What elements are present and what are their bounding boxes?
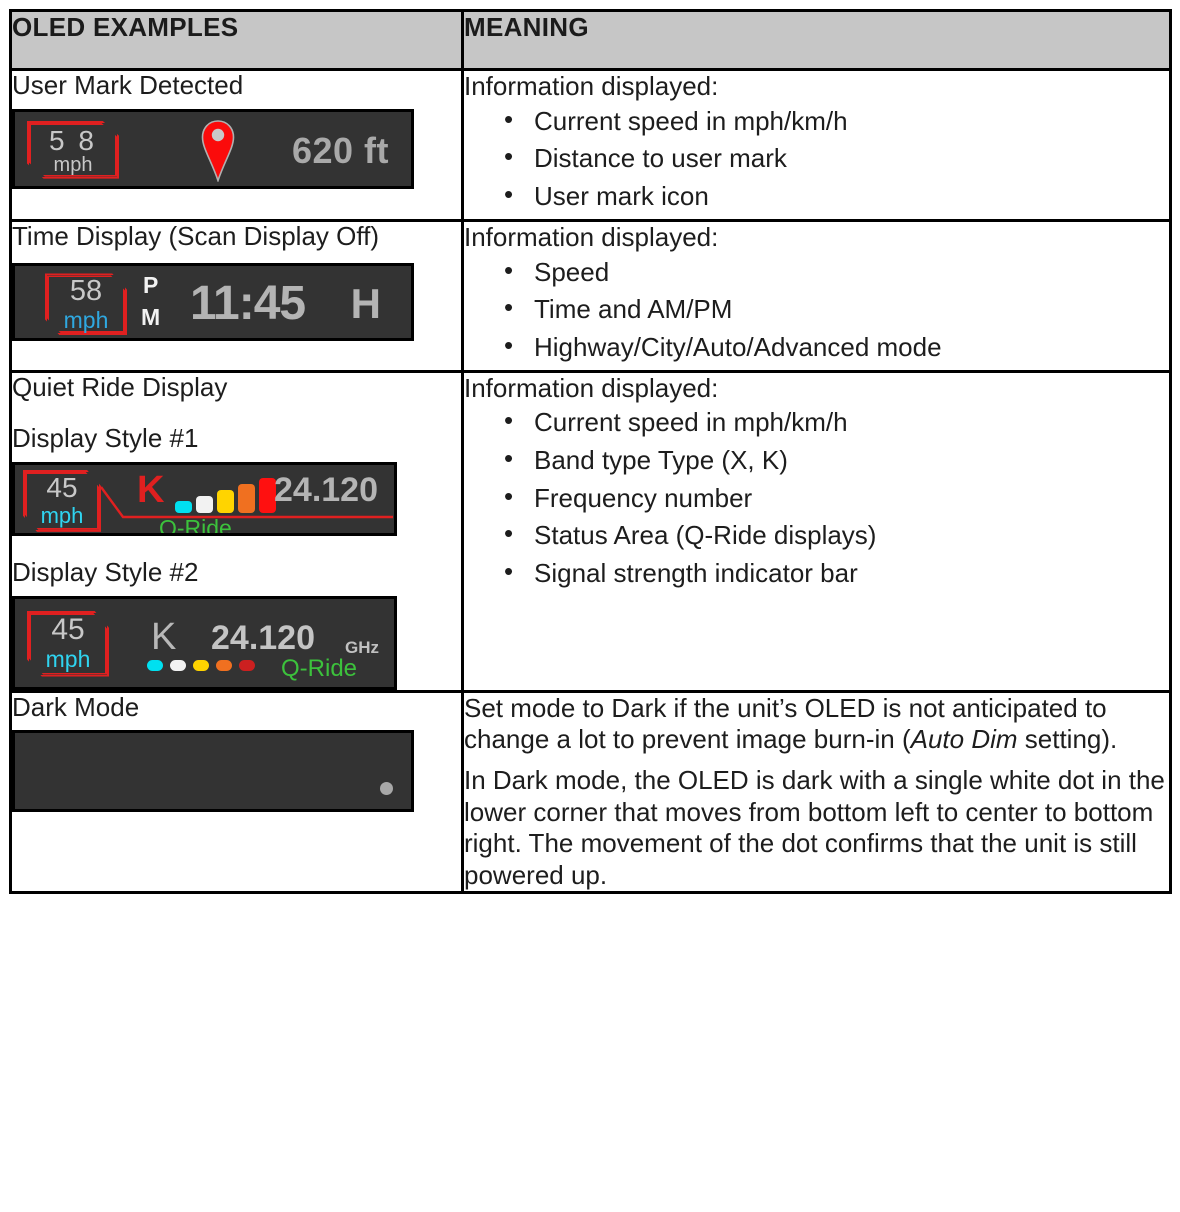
list-item: Time and AM/PM bbox=[504, 292, 1169, 326]
dark-mode-paragraph-1: Set mode to Dark if the unit’s OLED is n… bbox=[464, 693, 1169, 756]
cell-time-display-example: Time Display (Scan Display Off) 58 mph P… bbox=[9, 218, 464, 373]
distance-value: 620 ft bbox=[291, 129, 389, 171]
user-mark-pin-icon bbox=[201, 119, 235, 183]
list-item: Current speed in mph/km/h bbox=[504, 104, 1169, 138]
signal-dot bbox=[147, 659, 163, 671]
signal-strength-bars bbox=[175, 475, 276, 513]
oled-panel-style-1: 45 mph K 24.120 Q-Ride bbox=[12, 461, 397, 536]
oled-panel-user-mark: 5 8 mph 620 ft bbox=[12, 108, 414, 189]
signal-bar bbox=[175, 500, 192, 513]
table-row: User Mark Detected 5 8 mph 620 ft Inform… bbox=[9, 68, 1172, 222]
speed-value: 45 bbox=[51, 612, 85, 646]
label-display-style-2: Display Style #2 bbox=[12, 556, 199, 587]
table-header-row: OLED EXAMPLES MEANING bbox=[9, 9, 1172, 71]
list-item: Frequency number bbox=[504, 481, 1169, 515]
table-row: Dark Mode Set mode to Dark if the unit’s… bbox=[9, 689, 1172, 895]
mode-indicator: H bbox=[350, 280, 381, 328]
signal-bar bbox=[196, 495, 213, 513]
list-item: Speed bbox=[504, 255, 1169, 289]
list-item: Status Area (Q-Ride displays) bbox=[504, 519, 1169, 552]
table-row: Quiet Ride Display Display Style #1 45 m… bbox=[9, 369, 1172, 693]
dark-mode-paragraph-2: In Dark mode, the OLED is dark with a si… bbox=[464, 765, 1165, 890]
list-item: Current speed in mph/km/h bbox=[504, 405, 1169, 439]
frequency-value: 24.120 bbox=[211, 618, 315, 657]
signal-dot bbox=[193, 659, 209, 671]
signal-strength-dots bbox=[147, 659, 255, 671]
band-type: K bbox=[137, 468, 165, 511]
speed-unit: mph bbox=[63, 307, 109, 334]
oled-panel-style-2: 45 mph K 24.120 GHz Q-Ride bbox=[12, 595, 397, 690]
bullet-list: Current speed in mph/km/h Distance to us… bbox=[464, 104, 1169, 213]
speed-unit: mph bbox=[53, 153, 93, 176]
cell-dark-mode-meaning: Set mode to Dark if the unit’s OLED is n… bbox=[461, 689, 1172, 895]
label-display-style-1: Display Style #1 bbox=[12, 423, 199, 454]
caption-dark-mode: Dark Mode bbox=[12, 691, 140, 722]
header-meaning: MEANING bbox=[461, 9, 1172, 71]
cell-quiet-ride-meaning: Information displayed: Current speed in … bbox=[461, 369, 1172, 693]
cell-quiet-ride-example: Quiet Ride Display Display Style #1 45 m… bbox=[9, 369, 464, 693]
list-item: User mark icon bbox=[504, 179, 1169, 213]
bullet-list: Current speed in mph/km/h Band type Type… bbox=[464, 405, 1169, 590]
info-lead: Information displayed: bbox=[464, 372, 719, 403]
list-item: Band type Type (X, K) bbox=[504, 443, 1169, 477]
info-lead: Information displayed: bbox=[464, 71, 719, 101]
cell-time-display-meaning: Information displayed: Speed Time and AM… bbox=[461, 218, 1172, 373]
speed-unit: mph bbox=[40, 502, 84, 528]
page-root: OLED EXAMPLES MEANING User Mark Detected… bbox=[0, 0, 1180, 1212]
signal-bar bbox=[238, 483, 255, 513]
caption-time-display: Time Display (Scan Display Off) bbox=[12, 220, 379, 251]
cell-dark-mode-example: Dark Mode bbox=[9, 689, 464, 895]
frequency-value: 24.120 bbox=[274, 470, 378, 509]
bullet-list: Speed Time and AM/PM Highway/City/Auto/A… bbox=[464, 255, 1169, 364]
auto-dim-emphasis: Auto Dim bbox=[910, 723, 1018, 754]
signal-bar bbox=[217, 489, 234, 513]
status-q-ride: Q-Ride bbox=[159, 514, 232, 536]
ampm-indicator-bottom: M bbox=[141, 304, 161, 331]
list-item: Distance to user mark bbox=[504, 141, 1169, 175]
oled-examples-table: OLED EXAMPLES MEANING User Mark Detected… bbox=[9, 9, 1172, 895]
ampm-indicator-top: P bbox=[143, 272, 159, 299]
oled-panel-time-display: 58 mph P M 11:45 H bbox=[12, 263, 414, 342]
time-value: 11:45 bbox=[190, 277, 306, 331]
signal-dot bbox=[216, 659, 232, 671]
info-lead: Information displayed: bbox=[464, 221, 719, 252]
oled-panel-dark-mode bbox=[12, 730, 414, 813]
signal-dot bbox=[170, 659, 186, 671]
dark-mode-text-b: setting). bbox=[1017, 723, 1118, 754]
cell-user-mark-meaning: Information displayed: Current speed in … bbox=[461, 68, 1172, 222]
table-row: Time Display (Scan Display Off) 58 mph P… bbox=[9, 218, 1172, 373]
speed-unit: mph bbox=[45, 645, 91, 672]
list-item: Highway/City/Auto/Advanced mode bbox=[504, 330, 1169, 364]
caption-user-mark: User Mark Detected bbox=[12, 70, 244, 100]
list-item: Signal strength indicator bar bbox=[504, 556, 1169, 590]
cell-user-mark-example: User Mark Detected 5 8 mph 620 ft bbox=[9, 68, 464, 222]
speed-value: 45 bbox=[46, 471, 78, 503]
white-status-dot-icon bbox=[380, 782, 393, 796]
signal-dot bbox=[239, 659, 255, 671]
band-type: K bbox=[151, 615, 177, 658]
status-q-ride: Q-Ride bbox=[281, 654, 358, 682]
speed-value: 58 bbox=[69, 275, 103, 308]
speed-value: 5 8 bbox=[49, 124, 97, 156]
header-oled-examples: OLED EXAMPLES bbox=[9, 9, 464, 71]
caption-quiet-ride: Quiet Ride Display bbox=[12, 371, 228, 402]
